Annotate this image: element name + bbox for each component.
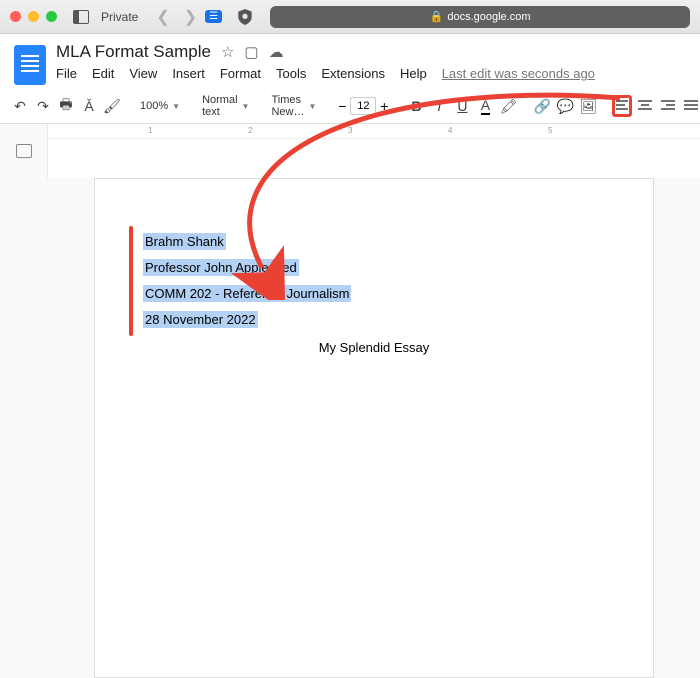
docs-logo-icon[interactable] [14, 45, 46, 85]
last-edit-link[interactable]: Last edit was seconds ago [442, 66, 595, 81]
heading-course[interactable]: COMM 202 - Reference Journalism [143, 285, 351, 302]
url-text: docs.google.com [447, 11, 530, 23]
paint-format-button[interactable]: 🖌 [102, 95, 122, 117]
print-button[interactable]: 🖶 [56, 95, 76, 117]
text-color-button[interactable]: A [475, 95, 495, 117]
close-window-button[interactable] [10, 11, 21, 22]
editor-canvas: Brahm Shank Professor John Appleseed COM… [0, 178, 700, 678]
heading-professor[interactable]: Professor John Appleseed [143, 259, 299, 276]
menu-help[interactable]: Help [400, 66, 427, 81]
highlight-button[interactable]: 🖍 [498, 95, 518, 117]
spellcheck-button[interactable]: Ǎ [79, 95, 99, 117]
italic-button[interactable]: I [429, 95, 449, 117]
ruler-area: 1 2 3 4 5 [0, 124, 700, 178]
maximize-window-button[interactable] [46, 11, 57, 22]
toolbar: ↶ ↷ 🖶 Ǎ 🖌 100%▼ Normal text▼ Times New…▼… [0, 89, 700, 124]
insert-link-button[interactable]: 🔗 [532, 95, 552, 117]
document-title[interactable]: MLA Format Sample [56, 42, 211, 62]
font-size-increase[interactable]: + [376, 98, 392, 114]
undo-button[interactable]: ↶ [10, 95, 30, 117]
paragraph-style-select[interactable]: Normal text▼ [198, 94, 253, 118]
lock-icon: 🔒 [430, 10, 444, 23]
menu-insert[interactable]: Insert [172, 66, 205, 81]
traffic-lights [10, 11, 57, 22]
tracking-shield-icon[interactable] [238, 9, 252, 25]
private-label: Private [101, 10, 138, 24]
font-size-input[interactable] [350, 97, 376, 115]
horizontal-ruler[interactable]: 1 2 3 4 5 [48, 124, 700, 139]
side-gutter [0, 124, 48, 178]
docs-header: MLA Format Sample ☆ ▢ ☁ File Edit View I… [0, 34, 700, 85]
star-icon[interactable]: ☆ [221, 43, 234, 61]
nav-forward-icon: ❯ [184, 7, 197, 27]
document-page[interactable]: Brahm Shank Professor John Appleseed COM… [94, 178, 654, 678]
menu-extensions[interactable]: Extensions [321, 66, 385, 81]
menu-file[interactable]: File [56, 66, 77, 81]
align-left-button[interactable] [612, 95, 632, 117]
sidebar-toggle-icon[interactable] [73, 10, 89, 24]
bold-button[interactable]: B [406, 95, 426, 117]
cloud-status-icon[interactable]: ☁ [269, 43, 284, 61]
essay-title[interactable]: My Splendid Essay [143, 335, 605, 361]
underline-button[interactable]: U [452, 95, 472, 117]
insert-image-button[interactable]: 🖼 [578, 95, 598, 117]
insert-comment-button[interactable]: 💬 [555, 95, 575, 117]
zoom-select[interactable]: 100%▼ [136, 100, 184, 112]
heading-date[interactable]: 28 November 2022 [143, 311, 258, 328]
menu-view[interactable]: View [129, 66, 157, 81]
minimize-window-button[interactable] [28, 11, 39, 22]
reader-icon[interactable]: ☰ [205, 10, 222, 23]
move-icon[interactable]: ▢ [244, 43, 258, 61]
menu-format[interactable]: Format [220, 66, 261, 81]
nav-back-icon[interactable]: ❮ [156, 7, 169, 27]
heading-name[interactable]: Brahm Shank [143, 233, 226, 250]
menu-bar: File Edit View Insert Format Tools Exten… [56, 66, 686, 81]
browser-chrome: Private ❮ ❯ ☰ 🔒 docs.google.com [0, 0, 700, 34]
menu-edit[interactable]: Edit [92, 66, 114, 81]
menu-tools[interactable]: Tools [276, 66, 306, 81]
document-outline-icon[interactable] [16, 144, 32, 158]
font-size-decrease[interactable]: − [334, 98, 350, 114]
align-right-button[interactable] [658, 95, 678, 117]
redo-button[interactable]: ↷ [33, 95, 53, 117]
annotation-marker [129, 226, 133, 336]
url-bar[interactable]: 🔒 docs.google.com [270, 6, 690, 28]
font-family-select[interactable]: Times New…▼ [267, 94, 320, 118]
align-center-button[interactable] [635, 95, 655, 117]
align-justify-button[interactable] [681, 95, 700, 117]
